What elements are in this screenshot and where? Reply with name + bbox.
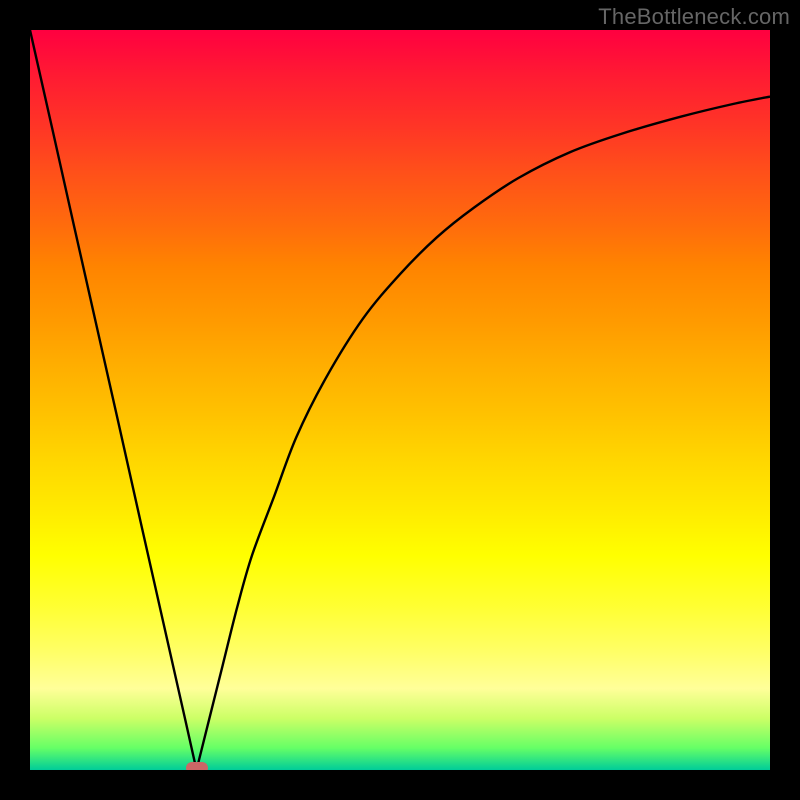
minimum-marker xyxy=(186,762,208,770)
watermark-text: TheBottleneck.com xyxy=(598,4,790,30)
plot-area xyxy=(30,30,770,770)
chart-frame: TheBottleneck.com xyxy=(0,0,800,800)
curve-svg xyxy=(30,30,770,770)
curve-right-branch xyxy=(197,97,771,770)
curve-left-branch xyxy=(30,30,197,770)
